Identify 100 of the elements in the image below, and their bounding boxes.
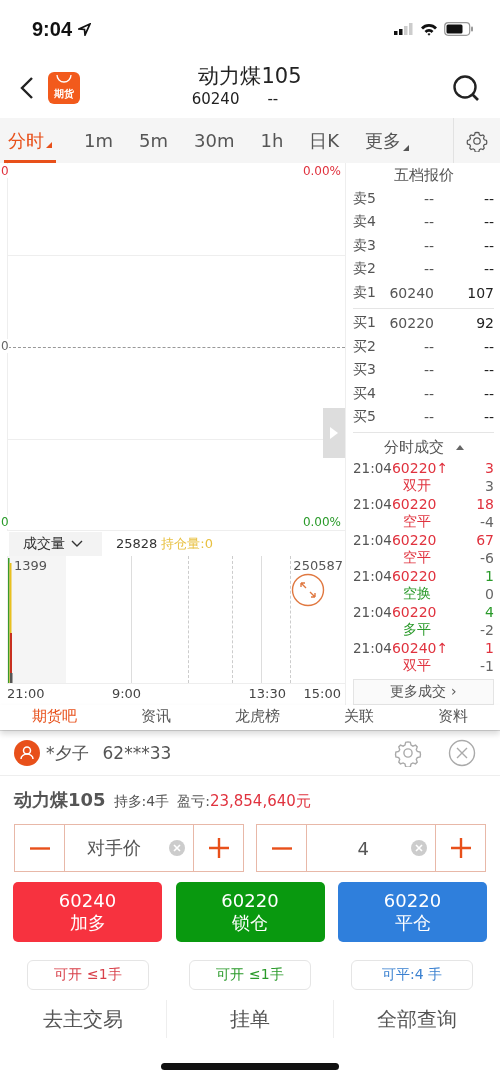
contract-name: 动力煤105 — [14, 788, 106, 812]
level-volume: -- — [482, 385, 494, 402]
order-button[interactable]: 60220 锁仓 — [175, 882, 325, 942]
period-tab[interactable]: 更多 — [361, 118, 414, 163]
panel-toggle[interactable] — [323, 408, 345, 458]
level-volume: 107 — [466, 284, 494, 301]
pnl-label: 盈亏: — [177, 793, 210, 811]
more-trades-button[interactable]: 更多成交 › — [353, 679, 494, 705]
tick-price: 60220 — [391, 532, 438, 548]
clear-icon[interactable] — [169, 840, 185, 856]
period-tab[interactable]: 1m — [80, 118, 117, 163]
search-icon[interactable] — [452, 74, 480, 102]
plus-icon — [450, 838, 471, 858]
tick-volume: 18 — [476, 496, 494, 512]
section-tab[interactable]: 资讯 — [141, 705, 171, 726]
tick-change: -1 — [480, 658, 494, 674]
tick-change: 3 — [485, 478, 494, 494]
axis-label: 0 — [1, 339, 9, 353]
tick-time: 21:04 — [353, 604, 392, 620]
quantity-limit: 可平:4 手 — [351, 960, 473, 990]
level-label: 买3 — [353, 361, 376, 380]
level-volume: -- — [482, 338, 494, 355]
panel-title: 分时成交 — [383, 438, 444, 457]
back-icon[interactable] — [20, 76, 34, 100]
section-tab[interactable]: 资料 — [438, 705, 468, 726]
period-tab[interactable]: 日K — [305, 118, 344, 163]
level-volume: 92 — [475, 315, 494, 332]
close-icon[interactable] — [448, 739, 476, 767]
chevron-down-icon — [71, 539, 83, 548]
tick-volume: 3 — [485, 460, 494, 476]
account-number: 62***33 — [102, 743, 172, 763]
level-price: -- — [422, 409, 435, 426]
period-tab[interactable]: 5m — [135, 118, 172, 163]
axis-label: 0.00% — [302, 164, 341, 178]
section-tab[interactable]: 期货吧 — [32, 705, 77, 726]
level-price: -- — [422, 261, 435, 278]
level-label: 买2 — [353, 337, 376, 356]
level-price: -- — [422, 385, 435, 402]
level-volume: -- — [482, 237, 494, 254]
level-price: -- — [422, 362, 435, 379]
tick-change: -4 — [480, 514, 494, 530]
tick-volume: 1 — [485, 640, 494, 656]
tick-change: -6 — [480, 550, 494, 566]
level-price: 60240 — [388, 284, 435, 301]
tick-price: 60220 — [391, 604, 438, 620]
contract-title: 动力煤105 — [198, 63, 302, 90]
user-avatar-icon — [14, 740, 40, 766]
period-tab[interactable]: 1h — [256, 118, 288, 163]
tick-change: 0 — [485, 586, 494, 602]
app-logo: 期货 — [48, 72, 80, 104]
axis-label: 0.00% — [302, 515, 341, 529]
tick-price: 60220 — [391, 496, 438, 512]
tick-time: 21:04 — [353, 496, 392, 512]
level-label: 卖1 — [353, 283, 376, 302]
triangle-icon — [330, 427, 338, 439]
tick-type: 多平 — [403, 621, 431, 639]
level-label: 卖5 — [353, 189, 376, 208]
tick-type: 空平 — [403, 549, 431, 567]
indicator-dropdown[interactable]: 成交量 — [9, 531, 102, 556]
settings-icon[interactable] — [466, 129, 488, 152]
level-price: 60220 — [388, 315, 435, 332]
tick-volume: 67 — [476, 532, 494, 548]
tick-type: 空换 — [403, 585, 431, 603]
level-price: -- — [422, 338, 435, 355]
trade-link[interactable]: 全部查询 — [333, 1000, 500, 1038]
level-volume: -- — [482, 362, 494, 379]
open-interest: 持仓量:0 — [161, 534, 213, 553]
expand-icon[interactable] — [291, 573, 325, 607]
tick-time: 21:04 — [353, 460, 392, 476]
period-tab[interactable]: 30m — [190, 118, 239, 163]
order-button[interactable]: 60220 平仓 — [338, 882, 487, 942]
user-name: *夕子 — [46, 741, 89, 765]
period-tab[interactable]: 分时 — [4, 118, 56, 163]
sort-icon[interactable] — [455, 445, 464, 450]
time-label: 15:00 — [303, 686, 341, 701]
location-icon — [78, 22, 92, 36]
trade-link[interactable]: 去主交易 — [0, 1000, 166, 1038]
tick-type: 双开 — [403, 477, 431, 495]
trade-link[interactable]: 挂单 — [166, 1000, 333, 1038]
level-volume: -- — [482, 214, 494, 231]
signal-icon — [394, 23, 414, 35]
price-change: -- — [267, 90, 279, 108]
axis-label: 0 — [1, 515, 9, 529]
section-tab[interactable]: 龙虎榜 — [235, 705, 280, 726]
tick-price: 60220 — [391, 568, 438, 584]
caret-icon — [46, 142, 52, 148]
tick-time: 21:04 — [353, 568, 392, 584]
level-volume: -- — [482, 190, 494, 207]
time-label: 21:00 — [7, 686, 45, 701]
level-price: -- — [422, 237, 435, 254]
plus-icon — [208, 838, 229, 858]
clear-icon[interactable] — [411, 840, 427, 856]
tick-price: 60240↑ — [391, 640, 450, 656]
wifi-icon — [420, 22, 438, 36]
section-tab[interactable]: 关联 — [344, 705, 374, 726]
volume-value: 25828 — [116, 536, 158, 551]
level-volume: -- — [482, 261, 494, 278]
order-button[interactable]: 60240 加多 — [13, 882, 162, 942]
minus-icon — [271, 846, 292, 850]
axis-label: 250587 — [293, 558, 343, 573]
